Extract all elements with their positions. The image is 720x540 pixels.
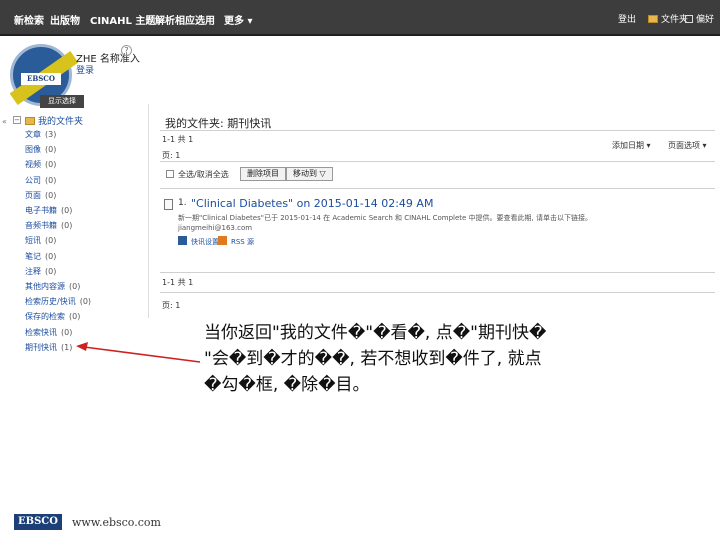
alert-settings-icon (178, 236, 187, 245)
sidebar-item-count: (0) (45, 190, 57, 200)
sidebar-folder-item[interactable]: 注释 (0) (25, 266, 56, 277)
preferences-icon (685, 15, 693, 23)
nav-publications[interactable]: 出版物 (50, 12, 80, 27)
footer-url[interactable]: www.ebsco.com (72, 516, 161, 529)
sidebar-item-label: 页面 (25, 190, 41, 200)
folder-icon (648, 15, 658, 23)
sidebar-item-count: (0) (45, 145, 57, 155)
top-navigation-bar: 新检索 出版物 CINAHL 主题 解析相应选用 更多 ▾ 登出 文件夹 偏好 (0, 0, 720, 36)
rss-icon (218, 236, 227, 245)
sidebar-item-label: 电子书籍 (25, 206, 57, 215)
sidebar-folder-item[interactable]: 保存的检索 (0) (25, 311, 80, 322)
page-label-top: 页: 1 (162, 151, 181, 160)
sidebar-item-label: 公司 (25, 175, 41, 185)
arrow-head (76, 342, 88, 351)
nav-folder[interactable]: 文件夹 (648, 12, 688, 25)
sidebar-item-label: 音频书籍 (25, 221, 57, 231)
annotation-line-1: 当你返回"我的文件�"�看�, 点�"期刊快� (204, 323, 547, 343)
divider (160, 130, 715, 131)
annotation-line-2: "会�到�才的��, 若不想收到�件了, 就点 (204, 349, 542, 369)
divider (160, 161, 715, 162)
sidebar-item-count: (0) (45, 160, 57, 170)
nav-new-search[interactable]: 新检索 (14, 12, 44, 27)
divider (160, 292, 715, 293)
sidebar-item-label: 图像 (25, 145, 41, 155)
arrow-line (83, 346, 201, 363)
sidebar-item-count: (0) (61, 221, 73, 231)
move-to-button[interactable]: 移动到 ▽ (286, 167, 333, 181)
sidebar-item-count: (3) (45, 130, 57, 139)
sidebar-folder-item[interactable]: 短讯 (0) (25, 235, 56, 246)
sidebar-folder-item[interactable]: 视频 (0) (25, 159, 56, 170)
sidebar-item-label: 检索快讯 (25, 327, 57, 337)
sidebar-item-label: 短讯 (25, 236, 41, 246)
alert-settings-link[interactable]: 快讯设置 (191, 237, 219, 247)
rss-link[interactable]: RSS 源 (231, 237, 254, 247)
sidebar-item-label: 视频 (25, 160, 41, 170)
sidebar-folder-item[interactable]: 检索快讯 (0) (25, 327, 72, 338)
select-all-label: 全选/取消全选 (178, 170, 229, 179)
nav-more-menu[interactable]: 更多 ▾ (224, 12, 253, 27)
logo-tab: 显示选择 (40, 95, 84, 108)
sidebar-folder-item[interactable]: 图像 (0) (25, 144, 56, 155)
sidebar-folder-item[interactable]: 音频书籍 (0) (25, 220, 72, 231)
nav-cited-references[interactable]: 解析相应选用 (155, 12, 215, 27)
sidebar-item-count: (0) (45, 251, 57, 261)
sidebar-item-count: (0) (69, 282, 81, 291)
sidebar-root-folder[interactable]: 我的文件夹 (25, 114, 83, 127)
document-icon (164, 199, 173, 210)
sidebar-item-label: 其他内容源 (25, 282, 65, 291)
sidebar-item-count: (0) (45, 266, 57, 276)
nav-preferences[interactable]: 偏好 (685, 12, 714, 25)
sidebar-item-count: (0) (79, 297, 92, 307)
sidebar-item-count: (1) (61, 342, 73, 352)
divider (160, 188, 715, 189)
collapse-sidebar-icon[interactable]: « (2, 117, 7, 126)
result-email: jiangmeihi@163.com (178, 224, 253, 232)
results-count-top: 1-1 共 1 (162, 135, 194, 144)
main-panel (148, 104, 720, 318)
login-link[interactable]: 登录 (76, 63, 94, 76)
annotation-line-3: �勾�框, �除�目。 (204, 375, 370, 395)
divider (160, 272, 715, 273)
sidebar-item-label: 笔记 (25, 251, 41, 261)
sidebar-folder-item[interactable]: 页面 (0) (25, 190, 56, 201)
sidebar-folder-item[interactable]: 其他内容源 (0) (25, 281, 80, 292)
sidebar-item-label: 检索历史/快讯 (25, 297, 76, 307)
sidebar-item-count: (0) (45, 175, 57, 185)
results-count-bottom: 1-1 共 1 (162, 278, 194, 287)
sidebar-folder-item[interactable]: 电子书籍 (0) (25, 205, 72, 216)
logo-text: EBSCO (21, 73, 61, 85)
sidebar-item-label: 注释 (25, 266, 41, 276)
sidebar-folder-item[interactable]: 文章 (3) (25, 129, 56, 140)
tree-toggle-icon[interactable]: − (13, 116, 21, 124)
select-all-checkbox[interactable] (166, 170, 174, 178)
nav-cinahl-headings[interactable]: CINAHL 主题 (90, 12, 155, 27)
sidebar-folder-item[interactable]: 检索历史/快讯 (0) (25, 296, 91, 307)
result-number: 1. (178, 198, 187, 208)
footer-ebsco-logo: EBSCO (14, 514, 62, 530)
sort-dropdown[interactable]: 添加日期 ▾ (612, 140, 651, 151)
sidebar-folder-item[interactable]: 笔记 (0) (25, 251, 56, 262)
sidebar-folder-item[interactable]: 公司 (0) (25, 175, 56, 186)
delete-items-button[interactable]: 删除项目 (240, 167, 286, 181)
folder-title: 我的文件夹: 期刊快讯 (165, 117, 272, 130)
sidebar-item-count: (0) (69, 312, 81, 322)
help-icon[interactable]: ? (121, 45, 132, 56)
sidebar-item-label: 保存的检索 (25, 312, 65, 322)
sidebar-item-count: (0) (61, 327, 73, 337)
sidebar-item-count: (0) (61, 206, 73, 215)
result-description: 新一期"Clinical Diabetes"已于 2015-01-14 在 Ac… (178, 214, 593, 222)
sidebar-item-label: 期刊快讯 (25, 342, 57, 352)
sidebar-item-count: (0) (45, 236, 57, 246)
sidebar-folder-item[interactable]: 期刊快讯 (1) (25, 342, 72, 353)
page-options-dropdown[interactable]: 页面选项 ▾ (668, 140, 707, 151)
sidebar-item-label: 文章 (25, 130, 41, 139)
nav-sign-out[interactable]: 登出 (618, 12, 636, 25)
result-title-link[interactable]: "Clinical Diabetes" on 2015-01-14 02:49 … (191, 197, 433, 210)
page-label-bottom: 页: 1 (162, 301, 181, 310)
folder-icon (25, 117, 35, 125)
annotation-text: 当你返回"我的文件�"�看�, 点�"期刊快� "会�到�才的��, 若不想收到… (204, 320, 664, 398)
